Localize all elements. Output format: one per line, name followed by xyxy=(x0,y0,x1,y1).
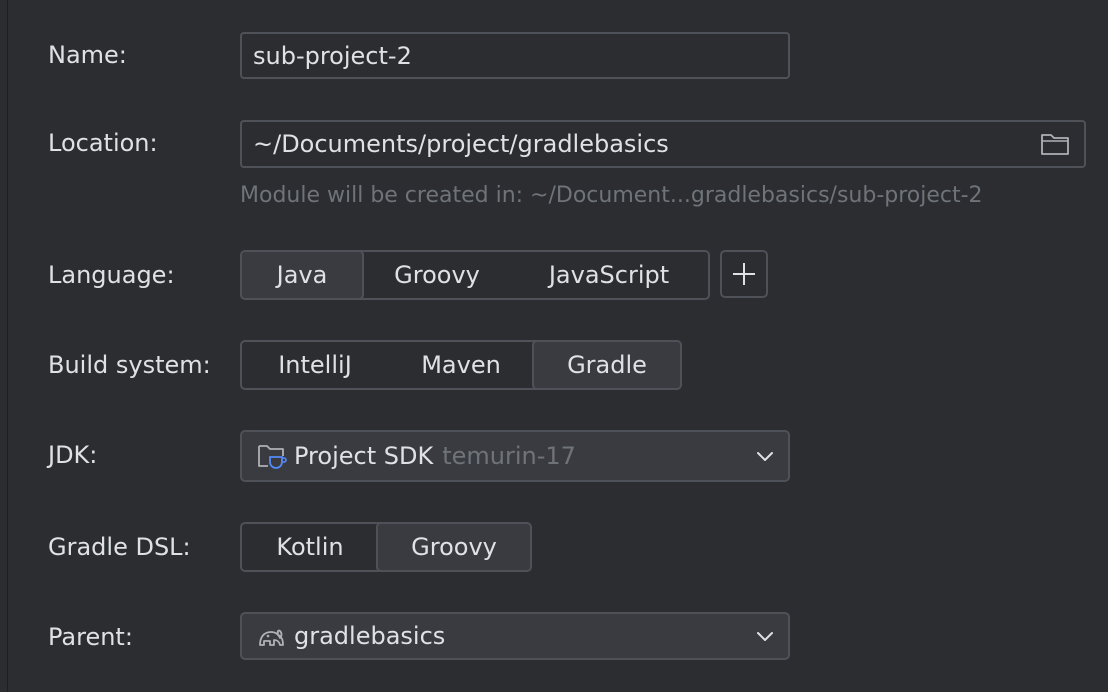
chevron-down-icon xyxy=(756,630,774,642)
project-sdk-folder-icon xyxy=(256,441,288,471)
language-option-java[interactable]: Java xyxy=(242,252,364,298)
dsl-option-kotlin[interactable]: Kotlin xyxy=(242,524,378,570)
jdk-detail: temurin-17 xyxy=(442,442,576,470)
jdk-value: Project SDK xyxy=(294,442,434,470)
language-label: Language: xyxy=(48,261,175,289)
gradle-dsl-label: Gradle DSL: xyxy=(48,533,191,561)
dsl-option-groovy[interactable]: Groovy xyxy=(376,524,530,570)
language-option-javascript[interactable]: JavaScript xyxy=(512,252,706,298)
plus-icon xyxy=(731,261,757,287)
parent-dropdown[interactable]: gradlebasics xyxy=(240,612,790,660)
location-label: Location: xyxy=(48,129,158,157)
location-field-value: ~/Documents/project/gradlebasics xyxy=(253,130,669,158)
build-option-gradle[interactable]: Gradle xyxy=(532,342,680,388)
language-selector: Java Groovy JavaScript xyxy=(240,250,710,300)
panel-divider xyxy=(0,0,8,692)
parent-value: gradlebasics xyxy=(294,622,446,650)
build-system-selector: IntelliJ Maven Gradle xyxy=(240,340,682,390)
build-system-label: Build system: xyxy=(48,351,211,379)
name-field[interactable]: sub-project-2 xyxy=(240,32,790,79)
build-option-intellij[interactable]: IntelliJ xyxy=(242,342,388,388)
folder-icon[interactable] xyxy=(1040,131,1070,157)
name-label: Name: xyxy=(48,41,127,69)
name-field-value: sub-project-2 xyxy=(253,41,412,70)
add-language-button[interactable] xyxy=(720,250,768,298)
new-module-form: Name: sub-project-2 Location: ~/Document… xyxy=(0,0,1108,692)
location-field[interactable]: ~/Documents/project/gradlebasics xyxy=(240,120,1086,168)
language-option-groovy[interactable]: Groovy xyxy=(362,252,512,298)
parent-label: Parent: xyxy=(48,623,133,651)
location-hint: Module will be created in: ~/Document...… xyxy=(240,183,983,208)
jdk-dropdown[interactable]: Project SDK temurin-17 xyxy=(240,430,790,482)
chevron-down-icon xyxy=(756,450,774,462)
jdk-label: JDK: xyxy=(48,441,98,469)
build-option-maven[interactable]: Maven xyxy=(388,342,534,388)
gradle-dsl-selector: Kotlin Groovy xyxy=(240,522,532,572)
gradle-elephant-icon xyxy=(256,623,288,649)
